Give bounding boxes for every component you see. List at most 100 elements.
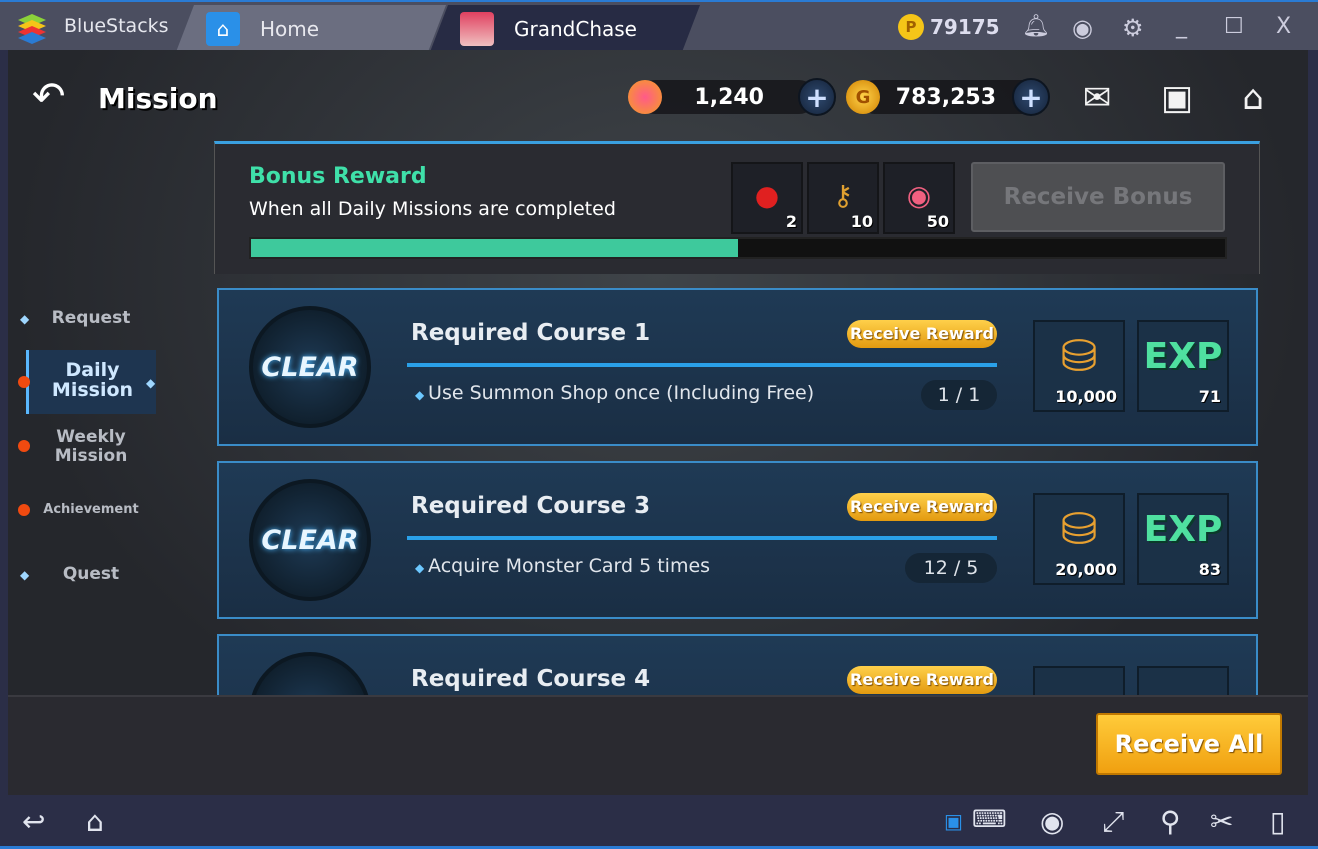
tab-label: Home [260,16,320,41]
receive-reward-button[interactable]: Receive Reward [847,493,997,521]
task-text: Acquire Monster Card 5 times [428,555,711,577]
clear-badge: CLEAR [249,479,371,601]
mission-title: Required Course 1 [411,320,651,346]
reward-item: ● 2 [731,162,803,234]
mission-progress: 12 / 5 [905,553,997,583]
home-icon[interactable]: ⌂ [86,805,104,838]
sidebar-label: Request [51,308,131,328]
rotate-icon[interactable]: ▯ [1270,805,1285,838]
close-icon[interactable]: X [1276,14,1291,39]
item-count: 50 [926,212,949,231]
bonus-progress-bar [249,237,1227,259]
gem-icon: ◉ [906,179,932,212]
bonus-title: Bonus Reward [249,164,427,189]
eye-icon[interactable]: ◉ [1040,805,1064,838]
item-count: 10 [850,212,873,231]
footer-bar: Receive All [8,695,1308,795]
tab-home[interactable]: ⌂ Home [176,5,446,52]
mission-progress: 1 / 1 [921,380,997,410]
notification-dot [18,504,30,516]
exp-icon: EXP [1143,336,1223,377]
add-gold-button[interactable]: + [1012,78,1050,116]
gold-reward: ⛁ 10,000 [1033,320,1125,412]
receive-reward-button[interactable]: Receive Reward [847,320,997,348]
gear-icon[interactable]: ⚙ [1122,14,1144,42]
progress-fill [251,239,738,257]
sidebar-label: Daily Mission [51,359,134,401]
mission-task: ◆ Acquire Monster Card 5 times [415,555,710,577]
bonus-reward-panel: Bonus Reward When all Daily Missions are… [214,141,1260,274]
bell-icon[interactable]: 🔔︎ [1022,14,1050,39]
fullscreen-icon[interactable]: ⤢ [1102,805,1124,839]
sidebar-item-request[interactable]: Request [26,308,156,328]
keyboard-lock-icon[interactable]: ▣ [944,809,963,833]
exp-reward: EXP 83 [1137,493,1229,585]
mission-title: Required Course 4 [411,666,651,692]
divider [407,363,997,367]
points-display[interactable]: P 79175 [898,14,1000,40]
account-icon[interactable]: ◉ [1072,14,1093,42]
reward-amount: 10,000 [1055,387,1117,406]
gold-coin-icon: G [846,80,880,114]
back-arrow-icon[interactable]: ↶ [32,74,66,120]
minimize-icon[interactable]: _ [1176,14,1187,39]
location-icon[interactable]: ⚲ [1160,805,1181,838]
reward-item: ◉ 50 [883,162,955,234]
gold-coins-icon: ⛁ [1060,504,1098,555]
sidebar-label: Quest [62,564,120,584]
bonus-subtitle: When all Daily Missions are completed [249,198,616,220]
diamond-icon: ◆ [415,388,429,402]
reward-amount: 83 [1198,560,1221,579]
receive-reward-button[interactable]: Receive Reward [847,666,997,694]
gem-value: 1,240 [694,84,764,110]
reward-item: ⚷ 10 [807,162,879,234]
title-bar: BlueStacks ⌂ Home GrandChase P 79175 🔔︎ … [0,0,1318,50]
notification-dot [18,376,30,388]
exp-reward: EXP 71 [1137,320,1229,412]
sidebar-item-achievement[interactable]: Achievement [26,502,156,517]
mission-task: ◆ Use Summon Shop once (Including Free) [415,382,814,404]
inventory-icon[interactable]: ▣ [1154,78,1200,118]
mail-icon[interactable]: ✉ [1074,78,1120,118]
game-avatar [460,12,494,46]
scissors-icon[interactable]: ✂ [1210,805,1233,838]
clear-badge: CLEAR [249,306,371,428]
home-icon: ⌂ [206,12,240,46]
back-icon[interactable]: ↩ [22,805,45,838]
sidebar-item-weekly-mission[interactable]: Weekly Mission [36,428,146,466]
tab-label: GrandChase [514,16,637,41]
reward-amount: 71 [1198,387,1221,406]
bluestacks-logo [18,14,46,44]
sidebar-item-daily-mission[interactable]: Daily Mission [26,350,156,414]
diamond-icon: ◆ [146,376,156,390]
item-count: 2 [785,212,797,231]
mission-card: CLEAR Required Course 1 Receive Reward ◆… [217,288,1258,446]
app-brand: BlueStacks [64,15,169,37]
home-icon[interactable]: ⌂ [1230,78,1276,118]
sidebar-item-quest[interactable]: Quest [26,564,156,584]
sidebar-label: Achievement [43,502,139,517]
gold-coins-icon: ⛁ [1060,331,1098,382]
mission-card: CLEAR Required Course 3 Receive Reward ◆… [217,461,1258,619]
mission-title: Required Course 3 [411,493,651,519]
game-screen: ↶ Mission 1,240 + 783,253 G + ✉ ▣ ⌂ Bonu… [8,50,1308,795]
divider [407,536,997,540]
android-nav-bar: ↩ ⌂ ▣ ⌨ ◉ ⤢ ⚲ ✂ ▯ [0,795,1318,849]
diamond-icon: ◆ [415,561,429,575]
add-gems-button[interactable]: + [798,78,836,116]
keyboard-icon[interactable]: ⌨ [972,805,1007,833]
key-icon: ⚷ [832,179,854,212]
gold-value: 783,253 [895,84,996,110]
notification-dot [18,440,30,452]
gold-reward: ⛁ 20,000 [1033,493,1125,585]
points-value: 79175 [930,15,1000,39]
maximize-icon[interactable]: ☐ [1224,14,1244,39]
exp-icon: EXP [1143,509,1223,550]
tab-grandchase[interactable]: GrandChase [430,5,700,52]
receive-all-button[interactable]: Receive All [1096,713,1282,775]
reward-amount: 20,000 [1055,560,1117,579]
receive-bonus-button[interactable]: Receive Bonus [971,162,1225,232]
gem-bundle-icon: ● [754,179,780,212]
coin-icon: P [898,14,924,40]
task-text: Use Summon Shop once (Including Free) [428,382,815,404]
